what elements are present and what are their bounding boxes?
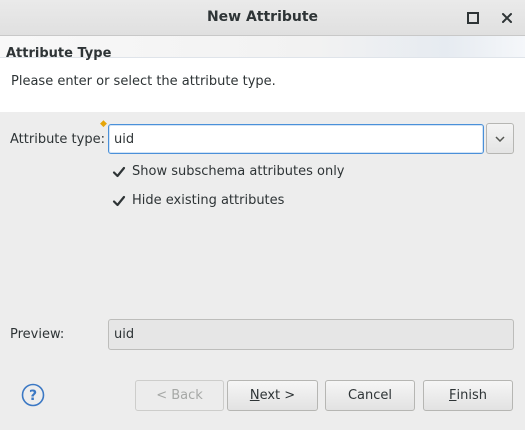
preview-field: uid	[108, 319, 514, 350]
chevron-down-icon	[495, 135, 505, 142]
show-subschema-checkbox[interactable]	[112, 165, 126, 179]
maximize-icon	[467, 12, 479, 24]
next-mnemonic: N	[249, 388, 260, 403]
required-marker-icon: ◆	[100, 119, 107, 129]
attribute-type-input[interactable]	[108, 124, 484, 154]
preview-label: Preview:	[10, 327, 65, 342]
checkmark-icon	[112, 195, 126, 206]
close-button[interactable]	[497, 8, 517, 28]
cancel-button-label: Cancel	[347, 388, 393, 403]
wizard-header: Attribute Type Please enter or select th…	[0, 36, 525, 112]
close-icon	[502, 13, 512, 23]
hide-existing-checkbox-row[interactable]: Hide existing attributes	[112, 193, 284, 208]
svg-text:?: ?	[29, 388, 37, 404]
attribute-type-dropdown-button[interactable]	[486, 123, 514, 154]
back-button-label: < Back	[156, 388, 203, 403]
attribute-type-label: Attribute type:	[10, 132, 105, 147]
show-subschema-label: Show subschema attributes only	[132, 164, 345, 179]
help-icon: ?	[21, 383, 45, 407]
title-bar[interactable]: New Attribute	[0, 0, 525, 36]
show-subschema-checkbox-row[interactable]: Show subschema attributes only	[112, 164, 345, 179]
hide-existing-label: Hide existing attributes	[132, 193, 285, 208]
maximize-button[interactable]	[463, 8, 483, 28]
back-button[interactable]: < Back	[135, 380, 224, 411]
page-description: Please enter or select the attribute typ…	[11, 74, 276, 89]
checkmark-icon	[112, 166, 126, 177]
next-button[interactable]: Next >	[227, 380, 318, 411]
finish-button[interactable]: Finish	[423, 380, 513, 411]
hide-existing-checkbox[interactable]	[112, 194, 126, 208]
window-title: New Attribute	[206, 9, 319, 25]
new-attribute-dialog: New Attribute Attribute Type Please ente…	[0, 0, 525, 430]
next-button-label: ext >	[259, 388, 296, 403]
help-button[interactable]: ?	[21, 383, 45, 407]
finish-mnemonic: F	[449, 388, 457, 403]
page-title: Attribute Type	[6, 46, 112, 61]
cancel-button[interactable]: Cancel	[325, 380, 415, 411]
finish-button-label: inish	[456, 388, 487, 403]
